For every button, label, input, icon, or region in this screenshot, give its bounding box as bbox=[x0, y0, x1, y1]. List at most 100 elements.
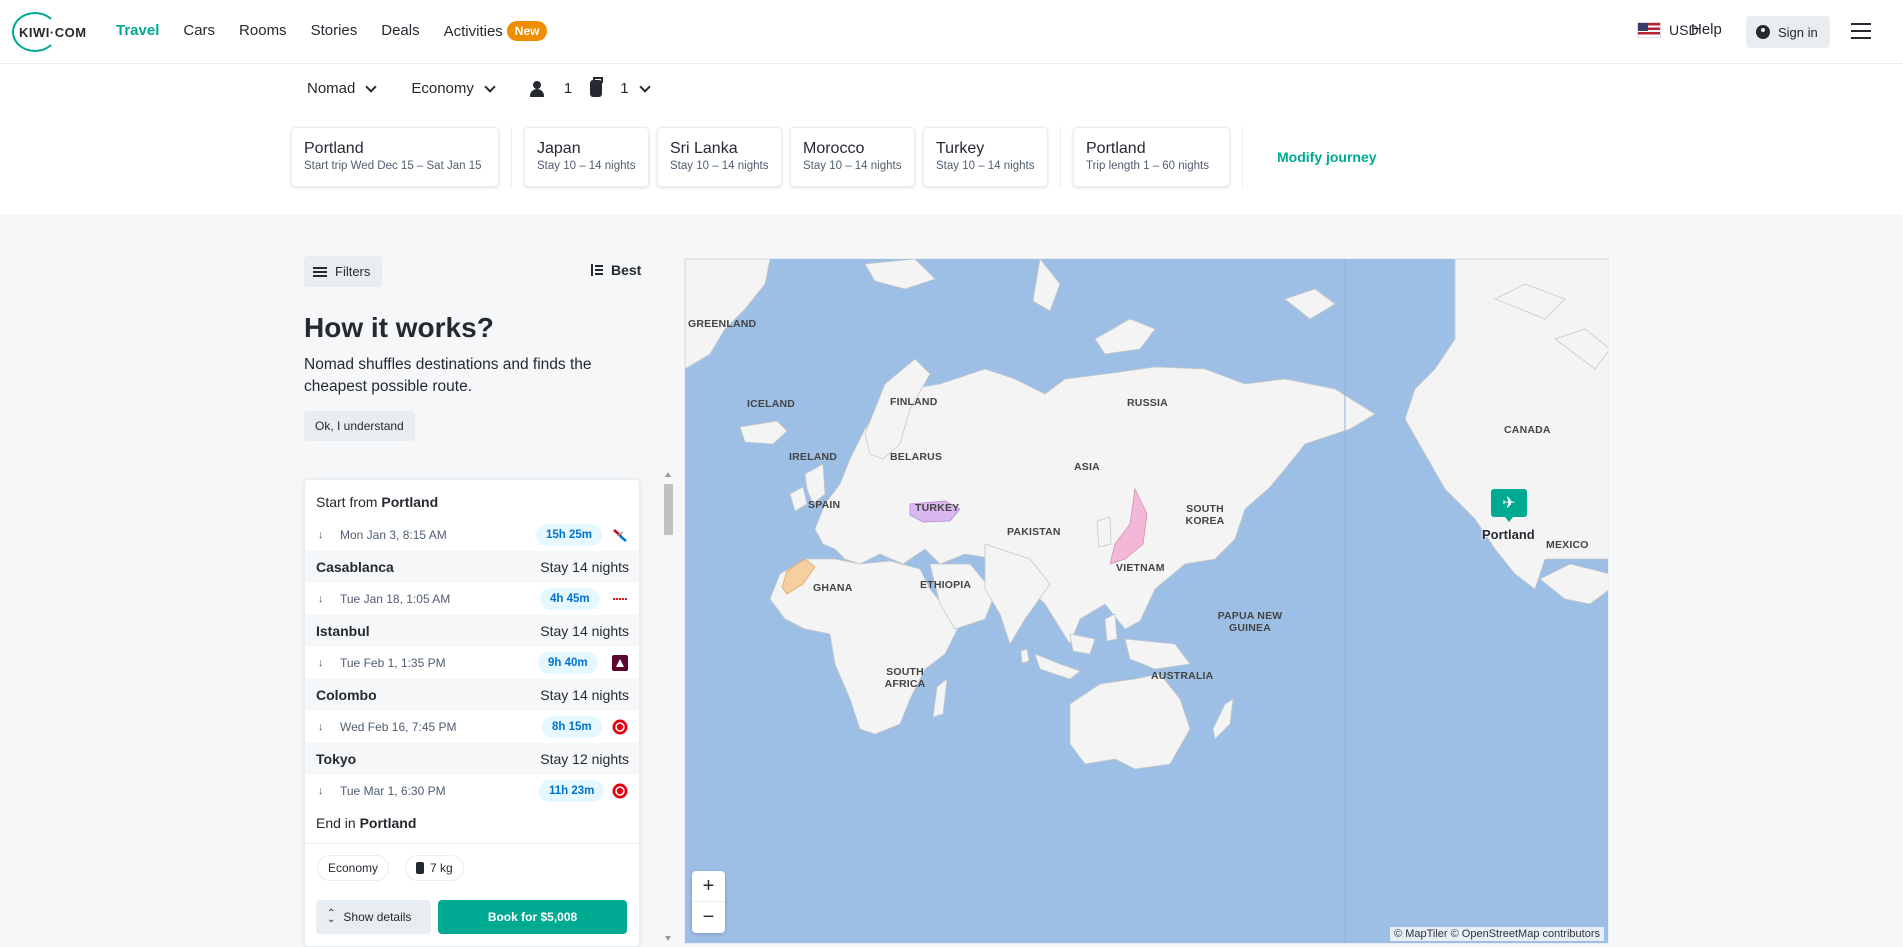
itinerary-end: End in Portland bbox=[316, 815, 416, 831]
destination-row: Colombo Stay 14 nights bbox=[305, 679, 639, 711]
passengers-select[interactable]: 1 bbox=[529, 80, 572, 97]
divider bbox=[1060, 127, 1061, 187]
cabin-select[interactable]: Economy bbox=[411, 80, 496, 97]
sign-in-button[interactable]: Sign in bbox=[1746, 16, 1830, 48]
results-scrollbar[interactable] bbox=[663, 470, 674, 947]
stop-turkey[interactable]: Turkey Stay 10 – 14 nights bbox=[923, 127, 1048, 187]
scroll-down-icon[interactable] bbox=[665, 936, 671, 941]
nav-rooms[interactable]: Rooms bbox=[239, 22, 287, 42]
currency-selector[interactable]: USD bbox=[1637, 22, 1699, 38]
baggage-icon bbox=[416, 862, 424, 874]
ok-understand-button[interactable]: Ok, I understand bbox=[304, 411, 415, 441]
help-link[interactable]: Help bbox=[1691, 21, 1722, 38]
stop-city: Portland bbox=[304, 140, 364, 157]
map-attribution[interactable]: © MapTiler © OpenStreetMap contributors bbox=[1390, 927, 1604, 941]
stop-sub: Trip length 1 – 60 nights bbox=[1086, 160, 1209, 172]
sort-label: Best bbox=[611, 262, 642, 278]
sort-icon bbox=[589, 264, 603, 276]
map-label-iceland: ICELAND bbox=[747, 398, 796, 410]
scroll-up-icon[interactable] bbox=[665, 472, 671, 477]
end-city: Portland bbox=[359, 815, 417, 831]
qatar-airways-icon bbox=[612, 655, 628, 671]
destination-stay: Stay 14 nights bbox=[540, 687, 629, 703]
flight-leg: ↓ Mon Jan 3, 8:15 AM 15h 25m bbox=[305, 519, 639, 551]
leg-duration: 15h 25m bbox=[536, 524, 603, 546]
menu-icon[interactable] bbox=[1851, 23, 1871, 39]
stop-sri-lanka[interactable]: Sri Lanka Stay 10 – 14 nights bbox=[657, 127, 782, 187]
modify-journey-link[interactable]: Modify journey bbox=[1277, 149, 1377, 165]
nav-cars[interactable]: Cars bbox=[183, 22, 215, 42]
map-land bbox=[685, 259, 1608, 943]
scroll-thumb[interactable] bbox=[664, 484, 673, 535]
book-button[interactable]: Book for $5,008 bbox=[438, 900, 627, 934]
bags-select[interactable]: 1 bbox=[590, 77, 651, 97]
stop-origin[interactable]: Portland Start trip Wed Dec 15 – Sat Jan… bbox=[291, 127, 499, 187]
map-label-asia: ASIA bbox=[1074, 461, 1100, 473]
stop-city: Sri Lanka bbox=[670, 140, 738, 157]
zoom-in-button[interactable]: + bbox=[692, 871, 725, 902]
map-label-south-africa: SOUTH AFRICA bbox=[884, 666, 926, 690]
flight-leg: ↓ Tue Jan 18, 1:05 AM 4h 45m bbox=[305, 583, 639, 615]
nav-travel[interactable]: Travel bbox=[116, 22, 159, 42]
expand-icon: ⌃ ⌄ bbox=[327, 908, 336, 925]
stop-city: Japan bbox=[537, 140, 581, 157]
destination-name: Istanbul bbox=[316, 623, 370, 639]
passenger-icon bbox=[529, 80, 548, 97]
nav-stories[interactable]: Stories bbox=[311, 22, 358, 42]
zoom-control: + − bbox=[692, 871, 725, 933]
kiwi-logo[interactable]: KIWI·COM bbox=[12, 12, 94, 52]
chevron-down-icon bbox=[638, 80, 651, 93]
divider bbox=[305, 843, 639, 844]
cabin-label: Economy bbox=[411, 80, 474, 97]
stop-sub: Stay 10 – 14 nights bbox=[537, 160, 636, 172]
filters-button[interactable]: Filters bbox=[304, 256, 382, 287]
nav-deals[interactable]: Deals bbox=[381, 22, 419, 42]
how-it-works-text: Nomad shuffles destinations and finds th… bbox=[304, 356, 592, 395]
leg-duration: 11h 23m bbox=[539, 780, 605, 802]
american-airlines-icon bbox=[613, 529, 627, 542]
start-city: Portland bbox=[381, 494, 439, 510]
stop-city: Portland bbox=[1086, 140, 1146, 157]
filters-label: Filters bbox=[335, 264, 371, 279]
airport-pin-icon[interactable]: ✈ bbox=[1491, 489, 1527, 522]
stop-destination[interactable]: Portland Trip length 1 – 60 nights bbox=[1073, 127, 1230, 187]
stop-sub: Stay 10 – 14 nights bbox=[803, 160, 902, 172]
search-bar: Nomad Economy 1 1 Portland Start trip We… bbox=[0, 64, 1903, 215]
stop-sub: Stay 10 – 14 nights bbox=[670, 160, 769, 172]
itinerary-card[interactable]: Start from Portland ↓ Mon Jan 3, 8:15 AM… bbox=[304, 479, 640, 947]
flight-leg: ↓ Wed Feb 16, 7:45 PM 8h 15m bbox=[305, 711, 639, 743]
destination-row: Casablanca Stay 14 nights bbox=[305, 551, 639, 583]
show-details-button[interactable]: ⌃ ⌄ Show details bbox=[316, 900, 431, 934]
arrow-down-icon: ↓ bbox=[318, 593, 324, 605]
stop-morocco[interactable]: Morocco Stay 10 – 14 nights bbox=[790, 127, 915, 187]
destination-name: Tokyo bbox=[316, 751, 357, 767]
map-label-belarus: BELARUS bbox=[890, 451, 943, 463]
map-label-russia: RUSSIA bbox=[1127, 397, 1168, 409]
journey-stops: Portland Start trip Wed Dec 15 – Sat Jan… bbox=[291, 127, 1377, 187]
leg-duration: 4h 45m bbox=[540, 588, 600, 610]
world-map[interactable]: GREENLAND ICELAND FINLAND RUSSIA CANADA … bbox=[684, 258, 1609, 944]
map-label-vietnam: VIETNAM bbox=[1116, 562, 1165, 574]
destination-stay: Stay 14 nights bbox=[540, 623, 629, 639]
stop-japan[interactable]: Japan Stay 10 – 14 nights bbox=[524, 127, 649, 187]
map-label-greenland: GREENLAND bbox=[688, 318, 757, 330]
arrow-down-icon: ↓ bbox=[318, 657, 324, 669]
leg-date: Tue Jan 18, 1:05 AM bbox=[340, 592, 451, 606]
map-label-pakistan: PAKISTAN bbox=[1007, 526, 1061, 538]
nav-activities-label: Activities bbox=[443, 23, 503, 40]
sort-button[interactable]: Best bbox=[589, 262, 641, 278]
us-flag-icon bbox=[1637, 22, 1661, 38]
leg-date: Mon Jan 3, 8:15 AM bbox=[340, 528, 447, 542]
destination-row: Istanbul Stay 14 nights bbox=[305, 615, 639, 647]
stop-city: Turkey bbox=[936, 140, 985, 157]
stop-city: Morocco bbox=[803, 140, 865, 157]
nav-activities[interactable]: Activities New bbox=[443, 21, 548, 42]
zoom-out-button[interactable]: − bbox=[692, 902, 725, 933]
filter-icon bbox=[313, 266, 327, 277]
main-nav: Travel Cars Rooms Stories Deals Activiti… bbox=[116, 21, 548, 42]
cabin-tag: Economy bbox=[317, 855, 390, 881]
user-icon bbox=[1756, 25, 1770, 39]
stop-sub: Stay 10 – 14 nights bbox=[936, 160, 1035, 172]
mode-select[interactable]: Nomad bbox=[307, 80, 378, 97]
logo-text: KIWI·COM bbox=[19, 25, 87, 40]
